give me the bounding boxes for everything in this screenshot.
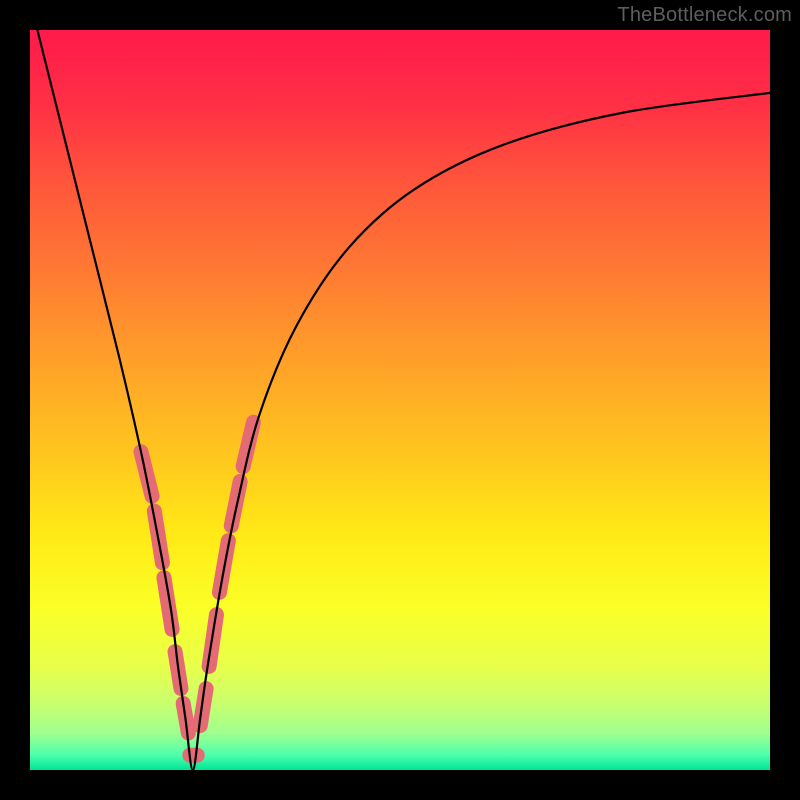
watermark-text: TheBottleneck.com: [617, 4, 792, 27]
plot-area: [30, 30, 770, 770]
highlight-dash: [231, 481, 240, 525]
highlight-dashes: [141, 422, 253, 755]
curve-layer: [30, 30, 770, 770]
bottleneck-curve: [37, 30, 770, 770]
chart-frame: TheBottleneck.com: [0, 0, 800, 800]
